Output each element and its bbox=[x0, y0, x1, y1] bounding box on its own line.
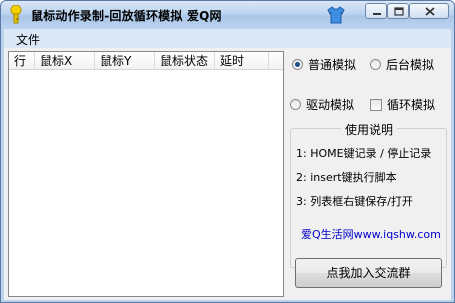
radio-driver-sim-label: 驱动模拟 bbox=[306, 98, 355, 112]
column-header-delay[interactable]: 延时 bbox=[215, 52, 269, 70]
column-header-mouse-y[interactable]: 鼠标Y bbox=[95, 52, 155, 70]
help-line-3: 3: 列表框右键保存/打开 bbox=[296, 195, 413, 208]
column-header-mouse-state[interactable]: 鼠标状态 bbox=[155, 52, 215, 70]
website-link[interactable]: 爱Q生活网www.iqshw.com bbox=[301, 226, 441, 242]
maximize-icon bbox=[394, 7, 404, 16]
app-icon bbox=[10, 5, 22, 24]
radio-normal-sim[interactable]: 普通模拟 bbox=[292, 58, 356, 72]
close-button[interactable] bbox=[409, 3, 449, 19]
radio-background-sim-label: 后台模拟 bbox=[386, 58, 435, 72]
minimize-button[interactable] bbox=[365, 3, 387, 19]
radio-normal-sim-label: 普通模拟 bbox=[308, 58, 357, 72]
join-group-button[interactable]: 点我加入交流群 bbox=[295, 258, 442, 288]
column-header-row[interactable]: 行 bbox=[9, 52, 35, 70]
help-title: 使用说明 bbox=[341, 121, 398, 138]
list-header: 行 鼠标X 鼠标Y 鼠标状态 延时 bbox=[9, 52, 283, 70]
close-icon bbox=[425, 7, 435, 16]
maximize-button[interactable] bbox=[387, 3, 409, 19]
radio-icon bbox=[370, 59, 381, 70]
checkbox-icon bbox=[370, 99, 382, 111]
app-window: 鼠标动作录制-回放循环模拟 爱Q网 文件 行 鼠标X 鼠标Y 鼠标状态 延时 普… bbox=[0, 0, 455, 303]
minimize-icon bbox=[373, 13, 381, 15]
menu-file[interactable]: 文件 bbox=[16, 31, 40, 48]
help-line-1: 1: HOME键记录 / 停止记录 bbox=[296, 147, 432, 160]
radio-icon bbox=[290, 99, 301, 110]
title-bar[interactable]: 鼠标动作录制-回放循环模拟 爱Q网 bbox=[1, 1, 454, 29]
record-list[interactable]: 行 鼠标X 鼠标Y 鼠标状态 延时 bbox=[8, 51, 284, 297]
checkbox-loop-sim[interactable]: 循环模拟 bbox=[370, 98, 435, 112]
menu-bar: 文件 bbox=[4, 29, 451, 48]
checkbox-loop-sim-label: 循环模拟 bbox=[387, 98, 436, 112]
radio-driver-sim[interactable]: 驱动模拟 bbox=[290, 98, 354, 112]
radio-background-sim[interactable]: 后台模拟 bbox=[370, 58, 434, 72]
window-title: 鼠标动作录制-回放循环模拟 爱Q网 bbox=[31, 9, 222, 23]
help-groupbox: 使用说明 1: HOME键记录 / 停止记录 2: insert键执行脚本 3:… bbox=[290, 121, 447, 268]
radio-selected-icon bbox=[292, 59, 303, 70]
client-area: 行 鼠标X 鼠标Y 鼠标状态 延时 普通模拟 后台模拟 驱动模拟 循环模拟 使用… bbox=[4, 48, 451, 300]
help-line-2: 2: insert键执行脚本 bbox=[296, 171, 397, 184]
skin-shirt-icon[interactable] bbox=[326, 6, 346, 24]
column-header-mouse-x[interactable]: 鼠标X bbox=[35, 52, 95, 70]
